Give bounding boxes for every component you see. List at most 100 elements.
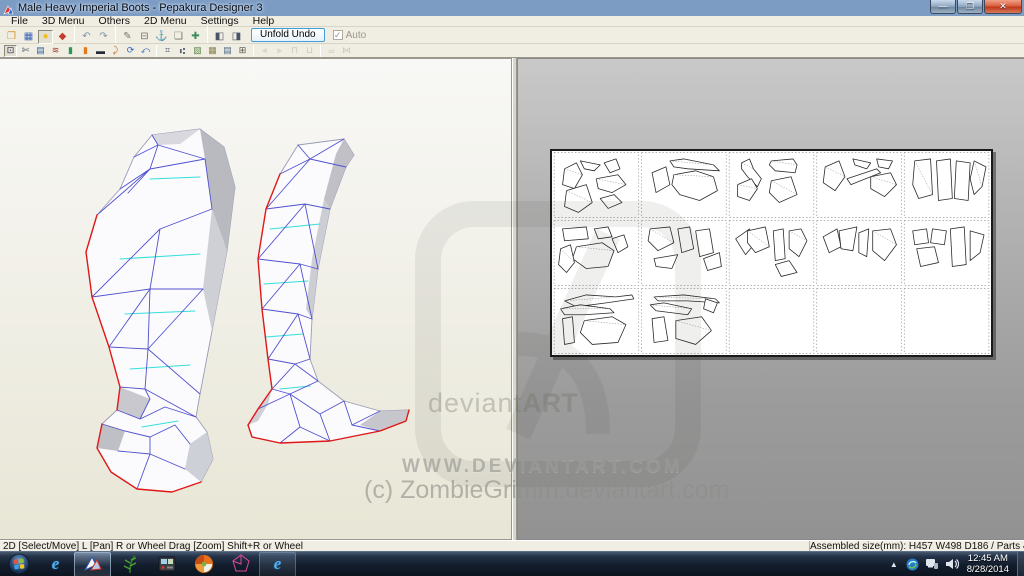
print-icon[interactable]: ⊞ bbox=[236, 45, 249, 57]
toolbar-separator bbox=[74, 26, 75, 43]
book-icon[interactable]: ▮ bbox=[79, 45, 92, 57]
pattern-page bbox=[649, 294, 720, 345]
menu-item-2d-menu[interactable]: 2D Menu bbox=[137, 15, 194, 27]
undo-icon[interactable]: ↶ bbox=[79, 30, 94, 44]
maximize-button[interactable]: ❐ bbox=[957, 0, 983, 14]
taskbar-fern-app[interactable] bbox=[111, 552, 148, 576]
tray-network-icon[interactable] bbox=[925, 558, 939, 570]
photo-pinwheel-icon bbox=[194, 554, 213, 574]
pattern-sheet[interactable] bbox=[550, 149, 993, 357]
status-assembled-size: Assembled size(mm): H457 W498 D186 / Par… bbox=[809, 540, 1024, 552]
toolbar-separator bbox=[320, 44, 321, 57]
toolbar-main: ❒ ▦ ● ◆ ↶ ↷ ✎ ⊟ ⚓ ❏ ✚ ◧ ◨ Unfold Undo ✓ Auto bbox=[0, 26, 1024, 44]
taskbar-internet-explorer[interactable]: e bbox=[37, 552, 74, 576]
menu-item-file[interactable]: File bbox=[4, 15, 35, 27]
menu-item-settings[interactable]: Settings bbox=[194, 15, 246, 27]
return-icon[interactable]: ⤺ bbox=[139, 45, 152, 57]
tray-sync-icon[interactable] bbox=[906, 558, 919, 571]
flip-icon[interactable]: ⤸ bbox=[109, 45, 122, 57]
toolbar-separator bbox=[156, 44, 157, 57]
clock-date: 8/28/2014 bbox=[966, 564, 1009, 575]
monitor-icon[interactable]: ▤ bbox=[221, 45, 234, 57]
fern-icon bbox=[123, 555, 136, 574]
tray-clock[interactable]: 12:45 AM 8/28/2014 bbox=[967, 553, 1009, 575]
divide-icon[interactable]: ⑆ bbox=[176, 45, 189, 57]
screen: Male Heavy Imperial Boots - Pepakura Des… bbox=[0, 0, 1024, 576]
show-desktop-button[interactable] bbox=[1017, 551, 1024, 576]
taskbar-photo-app[interactable] bbox=[185, 552, 222, 576]
media-recorder-icon bbox=[158, 556, 175, 572]
zigzag-icon[interactable]: ≋ bbox=[49, 45, 62, 57]
viewport-3d[interactable] bbox=[0, 58, 512, 540]
notes-icon[interactable]: ▧ bbox=[191, 45, 204, 57]
pattern-page bbox=[822, 226, 897, 261]
taskbar: e e ▲ 12:45 AM 8/28/2014 bbox=[0, 551, 1024, 576]
battery-icon[interactable]: ▮ bbox=[64, 45, 77, 57]
material-cube-icon[interactable]: ◆ bbox=[55, 30, 70, 44]
pattern-page bbox=[558, 226, 629, 273]
internet-explorer-icon: e bbox=[273, 554, 282, 573]
open-icon[interactable]: ❒ bbox=[4, 30, 19, 44]
pepakura-app-icon bbox=[3, 3, 14, 15]
pen-icon[interactable]: ✎ bbox=[120, 30, 135, 44]
pattern-page bbox=[647, 226, 722, 271]
pattern-page bbox=[822, 158, 897, 197]
toolbar-main-icons: ❒ ▦ ● ◆ ↶ ↷ ✎ ⊟ ⚓ ❏ ✚ ◧ ◨ bbox=[3, 26, 245, 44]
join-icon: ∞ bbox=[328, 45, 335, 56]
toolbar-separator bbox=[207, 26, 208, 43]
pattern-page bbox=[737, 158, 798, 203]
toolbar-separator bbox=[253, 44, 254, 57]
split-icon: ⋈ bbox=[342, 45, 351, 55]
align-right-icon: ⫸ bbox=[276, 45, 283, 55]
save-icon[interactable]: ▦ bbox=[21, 30, 36, 44]
pattern-page bbox=[912, 158, 987, 201]
pattern-pieces bbox=[553, 152, 990, 354]
pattern-page bbox=[562, 158, 627, 213]
viewport-2d[interactable] bbox=[517, 58, 1024, 540]
pane-2d-view-icon[interactable]: ◨ bbox=[229, 30, 244, 44]
menu-item-3d-menu[interactable]: 3D Menu bbox=[35, 15, 92, 27]
window-icon[interactable]: ▤ bbox=[34, 45, 47, 57]
pin-icon[interactable]: ✚ bbox=[188, 30, 203, 44]
pepakura-origami-icon bbox=[83, 555, 102, 572]
select-icon[interactable]: ⊡ bbox=[4, 44, 17, 57]
measure-icon[interactable]: ⊟ bbox=[137, 30, 152, 44]
minimize-button[interactable]: — bbox=[930, 0, 956, 14]
status-bar: 2D [Select/Move] L [Pan] R or Wheel Drag… bbox=[0, 540, 1024, 552]
unfold-undo-button[interactable]: Unfold Undo bbox=[251, 28, 325, 42]
window-controls: — ❐ ✕ bbox=[929, 0, 1022, 14]
auto-checkbox[interactable]: ✓ Auto bbox=[332, 30, 366, 41]
menu-item-help[interactable]: Help bbox=[246, 15, 282, 27]
redo-icon[interactable]: ↷ bbox=[96, 30, 111, 44]
mesh-wireframe-icon bbox=[231, 554, 250, 572]
taskbar-mesh-modeler[interactable] bbox=[222, 552, 259, 576]
taskbar-media-recorder[interactable] bbox=[148, 552, 185, 576]
align-bottom-icon: ⊔ bbox=[305, 45, 314, 55]
pane-3d-view-icon[interactable]: ◧ bbox=[212, 30, 227, 44]
tray-expand-button[interactable]: ▲ bbox=[890, 560, 898, 569]
window-title: Male Heavy Imperial Boots - Pepakura Des… bbox=[18, 2, 263, 14]
image-icon[interactable]: ▦ bbox=[206, 45, 219, 57]
close-button[interactable]: ✕ bbox=[984, 0, 1022, 14]
align-top-icon: ⊓ bbox=[290, 45, 299, 55]
pattern-page bbox=[560, 294, 635, 345]
taskbar-internet-explorer-2[interactable]: e bbox=[259, 551, 296, 576]
title-bar[interactable]: Male Heavy Imperial Boots - Pepakura Des… bbox=[0, 0, 1024, 16]
clock-time: 12:45 AM bbox=[967, 553, 1008, 564]
boot-3d-model bbox=[85, 128, 410, 493]
copy-icon[interactable]: ❏ bbox=[171, 30, 186, 44]
taskbar-pepakura-active[interactable] bbox=[74, 551, 111, 576]
anchor-icon[interactable]: ⚓ bbox=[154, 30, 169, 44]
tray-volume-icon[interactable] bbox=[945, 558, 959, 570]
pattern-page bbox=[735, 226, 808, 277]
sheet-grid-icon[interactable]: ⌗ bbox=[161, 45, 174, 57]
rotate-icon[interactable]: ⟳ bbox=[124, 45, 137, 57]
light-icon[interactable]: ● bbox=[38, 29, 53, 44]
edge-cut-icon[interactable]: ✄ bbox=[19, 45, 32, 57]
auto-checkbox-box[interactable]: ✓ bbox=[332, 30, 343, 40]
start-button[interactable] bbox=[0, 552, 37, 576]
screen-icon[interactable]: ▬ bbox=[94, 45, 107, 57]
pattern-page bbox=[912, 226, 985, 267]
menu-item-others[interactable]: Others bbox=[92, 15, 138, 27]
internet-explorer-icon: e bbox=[51, 554, 60, 573]
